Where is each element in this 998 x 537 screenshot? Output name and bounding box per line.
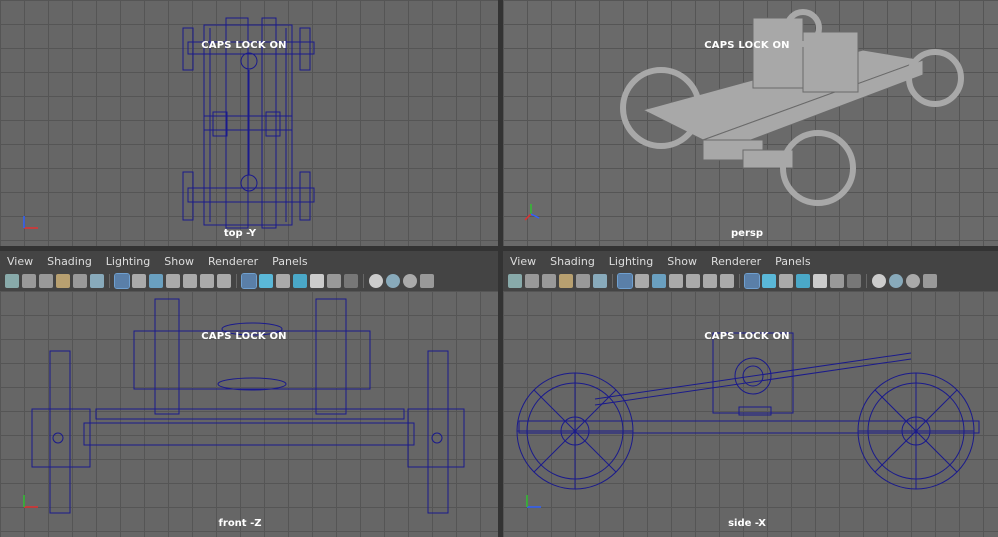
xray-icon[interactable] (344, 274, 358, 288)
menu-view[interactable]: View (503, 255, 543, 268)
front-view-wireframe (31, 298, 465, 514)
viewport-top[interactable]: CAPS LOCK ON top -Y (0, 0, 498, 246)
film-gate-icon[interactable] (635, 274, 649, 288)
resolution-gate-icon[interactable] (149, 274, 163, 288)
viewport-persp[interactable]: CAPS LOCK ON persp (503, 0, 998, 246)
grid-icon[interactable] (617, 273, 633, 289)
camera-label: side -X (728, 518, 766, 529)
xray-joints-icon[interactable] (369, 274, 383, 288)
side-view-wireframe (516, 332, 980, 490)
camera-select-icon[interactable] (508, 274, 522, 288)
isolate-icon[interactable] (906, 274, 920, 288)
toolbar-separator (363, 274, 364, 288)
grease-pencil-icon[interactable] (90, 274, 104, 288)
toolbar-separator (236, 274, 237, 288)
safe-action-icon[interactable] (703, 274, 717, 288)
smooth-shade-icon[interactable] (259, 274, 273, 288)
viewport-front[interactable]: CAPS LOCK ON front -Z (0, 291, 498, 537)
camera-label: front -Z (218, 518, 262, 529)
menu-panels[interactable]: Panels (265, 255, 314, 268)
2d-pan-icon[interactable] (576, 274, 590, 288)
toolbar-separator (739, 274, 740, 288)
smooth-shade-icon[interactable] (762, 274, 776, 288)
high-quality-icon[interactable] (923, 274, 937, 288)
caps-lock-indicator: CAPS LOCK ON (704, 331, 790, 342)
menu-shading[interactable]: Shading (543, 255, 602, 268)
film-gate-icon[interactable] (132, 274, 146, 288)
textured-icon[interactable] (796, 274, 810, 288)
2d-pan-icon[interactable] (73, 274, 87, 288)
field-chart-icon[interactable] (686, 274, 700, 288)
menu-view[interactable]: View (0, 255, 40, 268)
side-panel-menubar: View Shading Lighting Show Renderer Pane… (503, 251, 998, 271)
menu-renderer[interactable]: Renderer (704, 255, 768, 268)
axis-gizmo-icon (526, 495, 541, 508)
viewport-side[interactable]: CAPS LOCK ON side -X (503, 291, 998, 537)
menu-shading[interactable]: Shading (40, 255, 99, 268)
image-plane-icon[interactable] (56, 274, 70, 288)
xray-icon[interactable] (847, 274, 861, 288)
bookmark-icon[interactable] (542, 274, 556, 288)
caps-lock-indicator: CAPS LOCK ON (201, 40, 287, 51)
toolbar-separator (866, 274, 867, 288)
axis-gizmo-icon (23, 495, 38, 508)
image-plane-icon[interactable] (559, 274, 573, 288)
camera-attr-icon[interactable] (22, 274, 36, 288)
isolate-icon[interactable] (403, 274, 417, 288)
front-panel-toolbar (0, 271, 498, 291)
field-chart-icon[interactable] (183, 274, 197, 288)
high-quality-icon[interactable] (420, 274, 434, 288)
textured-icon[interactable] (293, 274, 307, 288)
safe-action-icon[interactable] (200, 274, 214, 288)
menu-show[interactable]: Show (157, 255, 201, 268)
persp-view-shaded (620, 9, 964, 206)
top-view-wireframe (182, 17, 315, 229)
side-panel-toolbar (503, 271, 998, 291)
camera-attr-icon[interactable] (525, 274, 539, 288)
caps-lock-indicator: CAPS LOCK ON (704, 40, 790, 51)
menu-show[interactable]: Show (660, 255, 704, 268)
bookmark-icon[interactable] (39, 274, 53, 288)
xray-components-icon[interactable] (386, 274, 400, 288)
wireframe-icon[interactable] (241, 273, 257, 289)
toolbar-separator (612, 274, 613, 288)
menu-renderer[interactable]: Renderer (201, 255, 265, 268)
caps-lock-indicator: CAPS LOCK ON (201, 331, 287, 342)
resolution-gate-icon[interactable] (652, 274, 666, 288)
grease-pencil-icon[interactable] (593, 274, 607, 288)
safe-title-icon[interactable] (720, 274, 734, 288)
menu-lighting[interactable]: Lighting (99, 255, 157, 268)
wireframe-icon[interactable] (744, 273, 760, 289)
camera-select-icon[interactable] (5, 274, 19, 288)
gate-mask-icon[interactable] (166, 274, 180, 288)
xray-joints-icon[interactable] (872, 274, 886, 288)
gate-mask-icon[interactable] (669, 274, 683, 288)
camera-label: top -Y (223, 228, 257, 239)
xray-components-icon[interactable] (889, 274, 903, 288)
wireframe-on-shaded-icon[interactable] (779, 274, 793, 288)
menu-panels[interactable]: Panels (768, 255, 817, 268)
use-lights-icon[interactable] (310, 274, 324, 288)
camera-label: persp (731, 228, 763, 239)
safe-title-icon[interactable] (217, 274, 231, 288)
use-lights-icon[interactable] (813, 274, 827, 288)
axis-gizmo-icon (524, 204, 540, 221)
toolbar-separator (109, 274, 110, 288)
shadows-icon[interactable] (830, 274, 844, 288)
menu-lighting[interactable]: Lighting (602, 255, 660, 268)
front-panel-menubar: View Shading Lighting Show Renderer Pane… (0, 251, 498, 271)
wireframe-on-shaded-icon[interactable] (276, 274, 290, 288)
shadows-icon[interactable] (327, 274, 341, 288)
grid-icon[interactable] (114, 273, 130, 289)
axis-gizmo-icon (23, 216, 38, 229)
